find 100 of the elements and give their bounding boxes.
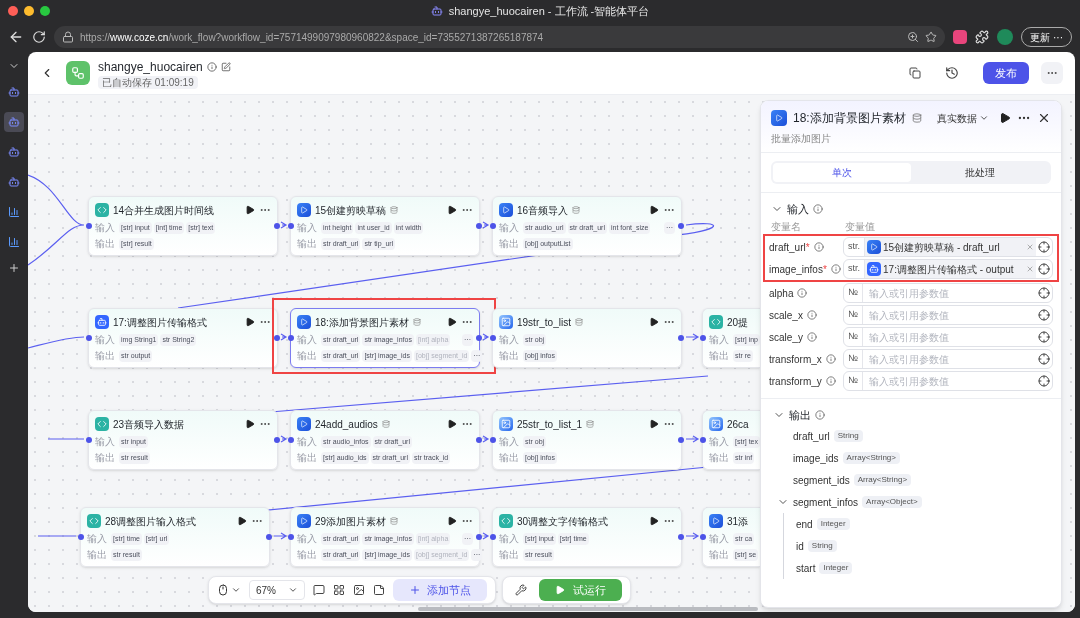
image-icon[interactable] xyxy=(353,584,365,596)
node-title: 23音频导入数据 xyxy=(113,417,185,432)
input-field[interactable]: 输入或引用参数值 xyxy=(862,373,1036,389)
zoom-icon[interactable] xyxy=(907,31,920,43)
bot-icon xyxy=(8,146,20,158)
run-icon[interactable] xyxy=(447,419,457,429)
variable-icon[interactable] xyxy=(1038,263,1050,275)
port-label: 输出 xyxy=(499,550,519,560)
edit-icon[interactable] xyxy=(220,61,231,72)
section-title: 输入 xyxy=(787,201,809,217)
caret-icon xyxy=(979,113,989,123)
address-bar[interactable]: https://www.coze.cn/work_flow?workflow_id=7571499097980960822&space_id=7355271387265187874 xyxy=(54,26,946,48)
type-tag: Array<String> xyxy=(853,474,912,486)
minimize-window-button[interactable] xyxy=(24,6,34,16)
input-field[interactable]: 输入或引用参数值 xyxy=(862,307,1036,323)
type-tag: Array<String> xyxy=(842,452,900,464)
port-label: 输入 xyxy=(297,335,317,345)
port-label: 输出 xyxy=(297,550,317,560)
back-icon[interactable] xyxy=(8,29,24,45)
extensions-icon[interactable] xyxy=(975,30,990,44)
variable-icon[interactable] xyxy=(1038,331,1050,343)
scrollbar[interactable] xyxy=(418,607,758,611)
connector-line xyxy=(280,333,288,341)
mode-tab[interactable]: 批处理 xyxy=(911,163,1049,182)
type-tag: Array<Object> xyxy=(862,496,922,508)
info-icon xyxy=(815,410,825,420)
bot-icon xyxy=(430,5,443,17)
caret-icon[interactable] xyxy=(231,585,241,595)
variable-icon[interactable] xyxy=(1038,353,1050,365)
info-icon xyxy=(825,354,836,364)
run-icon[interactable] xyxy=(649,419,659,429)
data-mode-dropdown[interactable]: 真实数据 xyxy=(937,110,989,126)
avatar-icon[interactable] xyxy=(997,29,1014,45)
port-label: 输出 xyxy=(297,239,317,249)
input-field[interactable]: 输入或引用参数值 xyxy=(862,351,1036,367)
variable-icon[interactable] xyxy=(1038,287,1050,299)
extension-icon[interactable] xyxy=(953,30,968,44)
run-icon[interactable] xyxy=(447,317,457,327)
mode-tab[interactable]: 单次 xyxy=(773,163,911,182)
output-name: end xyxy=(796,517,813,532)
param-name: alpha xyxy=(769,286,794,301)
info-icon xyxy=(813,204,823,214)
param-value-field[interactable]: str. 17:调整图片传输格式 - output xyxy=(843,259,1053,279)
caret-icon xyxy=(288,585,298,595)
panel-subtitle: 批量添加图片 xyxy=(771,132,832,146)
reference-chip[interactable]: 17:调整图片传输格式 - output xyxy=(865,260,1036,278)
zoom-select[interactable]: 67% xyxy=(249,580,305,600)
type-tag: Integer xyxy=(816,518,850,530)
comment-icon[interactable] xyxy=(313,584,325,596)
param-value-field[interactable]: № 输入或引用参数值 xyxy=(843,371,1053,391)
run-icon[interactable] xyxy=(245,317,255,327)
connector-line xyxy=(28,336,85,349)
column-header: 变量值 xyxy=(845,220,875,234)
panel-title: 18:添加背景图片素材 xyxy=(793,110,906,127)
run-icon[interactable] xyxy=(649,317,659,327)
output-name: segment_ids xyxy=(793,473,850,488)
variable-icon[interactable] xyxy=(1038,309,1050,321)
history-icon[interactable] xyxy=(945,66,959,80)
run-icon[interactable] xyxy=(649,205,659,215)
param-value-field[interactable]: № 输入或引用参数值 xyxy=(843,283,1053,303)
output-name: id xyxy=(796,539,804,554)
add-node-button[interactable]: 添加节点 xyxy=(393,579,487,601)
note-icon[interactable] xyxy=(373,584,385,596)
param-value-field[interactable]: № 输入或引用参数值 xyxy=(843,327,1053,347)
sidebar-item[interactable] xyxy=(4,112,24,132)
run-icon[interactable] xyxy=(649,516,659,526)
reload-icon[interactable] xyxy=(32,30,46,44)
grid-icon[interactable] xyxy=(333,584,345,596)
node-title: 18:添加背景图片素材 xyxy=(315,315,409,330)
reference-chip[interactable]: 15创建剪映草稿 - draft_url xyxy=(865,238,1036,256)
close-icon[interactable] xyxy=(1037,111,1051,125)
wrench-icon[interactable] xyxy=(515,584,527,596)
input-field[interactable]: 输入或引用参数值 xyxy=(862,285,1036,301)
publish-button[interactable]: 发布 xyxy=(983,62,1029,84)
run-icon[interactable] xyxy=(999,112,1011,124)
variable-icon[interactable] xyxy=(1038,241,1050,253)
port-label: 输入 xyxy=(297,534,317,544)
port-label: 输入 xyxy=(87,534,107,544)
input-field[interactable]: 输入或引用参数值 xyxy=(862,329,1036,345)
star-icon[interactable] xyxy=(925,31,938,43)
node-title: 24add_audios xyxy=(315,417,378,432)
param-value-field[interactable]: № 输入或引用参数值 xyxy=(843,349,1053,369)
variable-icon[interactable] xyxy=(1038,375,1050,387)
node-title: 19str_to_list xyxy=(517,315,571,330)
param-value-field[interactable]: str. 15创建剪映草稿 - draft_url xyxy=(843,237,1053,257)
add-icon[interactable] xyxy=(8,262,20,274)
run-icon[interactable] xyxy=(245,419,255,429)
node-title: 16音频导入 xyxy=(517,203,569,218)
close-window-button[interactable] xyxy=(8,6,18,16)
run-icon[interactable] xyxy=(447,205,457,215)
type-tag: String xyxy=(807,540,837,552)
port-label: 输入 xyxy=(709,335,729,345)
param-value-field[interactable]: № 输入或引用参数值 xyxy=(843,305,1053,325)
copy-icon[interactable] xyxy=(909,67,921,79)
mouse-icon[interactable] xyxy=(217,584,229,596)
plus-icon xyxy=(409,584,421,596)
maximize-window-button[interactable] xyxy=(40,6,50,16)
run-icon[interactable] xyxy=(447,516,457,526)
run-icon[interactable] xyxy=(237,516,247,526)
run-icon[interactable] xyxy=(245,205,255,215)
